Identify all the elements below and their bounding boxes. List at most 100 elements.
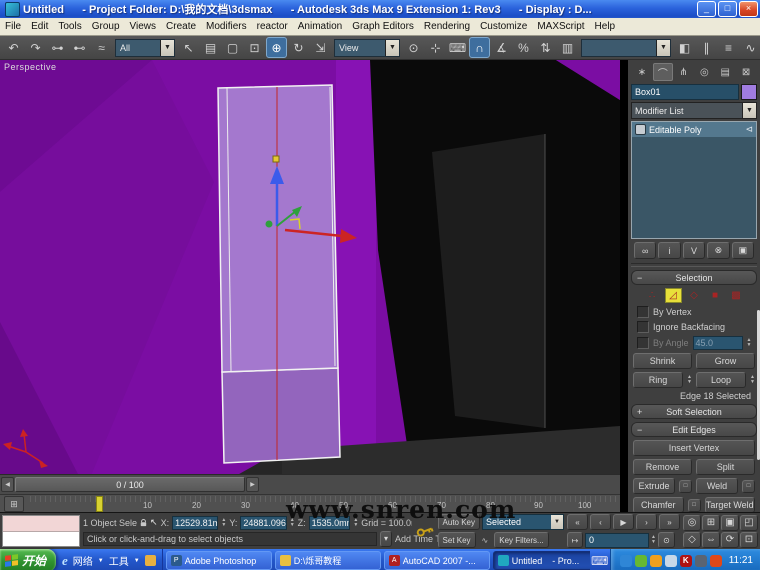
menu-item[interactable]: MAXScript [532,20,589,33]
chamfer-button[interactable]: Chamfer [633,497,684,512]
ring-spinner[interactable]: ▲ ▼ [687,375,692,385]
internet-explorer-icon[interactable]: e [62,553,68,569]
tab-create[interactable]: ∗ [632,63,652,81]
time-forward-arrow[interactable]: ▶ [246,477,259,493]
curve-editor-icon[interactable]: ∿ [740,37,760,58]
viewport-label[interactable]: Perspective [4,62,57,72]
show-end-result-icon[interactable]: i [658,242,681,259]
polygon-subobject-icon[interactable]: ■ [707,288,724,303]
edit-edges-rollout-header[interactable]: − Edit Edges [631,422,757,437]
keyboard-shortcut-toggle-icon[interactable]: ⌨ [447,37,468,58]
chevron-down-icon[interactable]: ▼ [656,39,670,56]
menu-item[interactable]: Rendering [419,20,475,33]
mini-curve-editor-button[interactable]: ⊞ [4,496,24,513]
select-and-manipulate-icon[interactable]: ⊹ [425,37,446,58]
zoom-extents-icon[interactable]: ▣ [721,514,739,531]
remove-button[interactable]: Remove [633,459,692,475]
select-by-name-icon[interactable]: ▤ [200,37,221,58]
key-filters-button[interactable]: Key Filters... [494,532,549,548]
selection-lock-icon[interactable] [140,518,147,528]
percent-snap-icon[interactable]: % [513,37,534,58]
tray-qq-icon[interactable] [649,554,662,567]
angle-snap-icon[interactable]: ∡ [491,37,512,58]
perspective-viewport[interactable]: Perspective [0,60,620,475]
select-and-move-icon[interactable]: ⊕ [266,37,287,58]
tray-blue-icon[interactable] [619,554,632,567]
task-folder[interactable]: D:\烁哥教程 [274,551,381,570]
viewport-canvas[interactable] [0,60,620,475]
shrink-button[interactable]: Shrink [633,353,692,369]
loop-button[interactable]: Loop [696,372,747,388]
maximize-viewport-icon[interactable]: ⊡ [740,531,758,548]
prompt-history-button[interactable]: ▾ [380,530,393,547]
key-mode-toggle[interactable]: ↦ [567,532,583,548]
menu-item[interactable]: Views [125,20,162,33]
chevron-down-icon[interactable]: ▼ [98,558,104,564]
start-button[interactable]: 开始 [0,549,57,570]
select-and-link-icon[interactable]: ⊶ [47,37,68,58]
target-weld-button[interactable]: Target Weld [704,497,755,512]
insert-vertex-button[interactable]: Insert Vertex [633,440,755,456]
select-object-icon[interactable]: ↖ [178,37,199,58]
maxscript-mini-listener[interactable] [2,515,80,547]
border-subobject-icon[interactable]: ◇ [686,288,703,303]
by-angle-value-field[interactable]: 45.0 [692,336,743,350]
current-frame-marker[interactable] [96,496,103,513]
go-to-start-button[interactable]: « [567,514,588,530]
go-to-end-button[interactable]: » [659,514,680,530]
task-photoshop[interactable]: P Adobe Photoshop [165,551,272,570]
weld-settings-button[interactable]: □ [742,479,755,493]
menu-item[interactable]: Tools [53,20,86,33]
spinner-snap-icon[interactable]: ⇅ [535,37,556,58]
time-configuration-button[interactable]: ⊙ [657,532,675,548]
rectangular-region-icon[interactable]: ▢ [222,37,243,58]
menu-item[interactable]: Animation [293,20,347,33]
grow-button[interactable]: Grow [696,353,755,369]
weld-button[interactable]: Weld [696,478,738,494]
tray-green-icon[interactable] [634,554,647,567]
tray-gray-icon[interactable] [694,554,707,567]
tab-utilities[interactable]: ⊠ [736,63,756,81]
next-frame-button[interactable]: › [636,514,657,530]
chevron-down-icon[interactable]: ▼ [134,558,140,564]
menu-item[interactable]: Modifiers [201,20,252,33]
vertex-subobject-icon[interactable]: ∴ [644,288,661,303]
tray-flash-icon[interactable] [709,554,722,567]
zoom-extents-all-icon[interactable]: ◰ [740,514,758,531]
by-vertex-checkbox[interactable] [637,306,649,318]
zoom-icon[interactable]: ◎ [683,514,701,531]
undo-icon[interactable]: ↶ [3,37,24,58]
listener-script-row[interactable] [3,531,79,546]
named-selection-dropdown[interactable]: ▼ [581,38,671,57]
menu-item[interactable]: File [0,20,26,33]
edge-subobject-icon[interactable]: ◿ [664,288,682,303]
loop-spinner[interactable]: ▲ ▼ [750,375,755,385]
time-back-arrow[interactable]: ◀ [1,477,14,493]
maximize-button[interactable]: □ [718,1,737,17]
quick-launch-tools[interactable]: 工具 [109,553,129,568]
by-angle-checkbox[interactable] [637,337,649,349]
modifier-list-dropdown[interactable]: Modifier List ▼ [631,102,757,119]
menu-item[interactable]: Edit [26,20,53,33]
align-icon[interactable]: ∥ [696,37,717,58]
use-pivot-center-icon[interactable]: ⊙ [403,37,424,58]
snaps-toggle-icon[interactable]: ∩ [469,37,490,58]
ignore-backfacing-checkbox[interactable] [637,321,649,333]
set-key-curve-icon[interactable]: ∿ [478,533,493,547]
field-of-view-icon[interactable]: ◇ [683,531,701,548]
chevron-down-icon[interactable]: ▼ [160,39,174,56]
spinner-arrows[interactable]: ▲ ▼ [747,338,752,348]
previous-frame-button[interactable]: ‹ [590,514,611,530]
tray-app-icon[interactable] [664,554,677,567]
menu-item[interactable]: Group [87,20,125,33]
named-selection-sets-icon[interactable]: ▥ [557,37,578,58]
tab-modify[interactable]: ⌒ [652,63,673,81]
select-and-rotate-icon[interactable]: ↻ [288,37,309,58]
menu-item[interactable]: Graph Editors [347,20,419,33]
stack-entry-editable-poly[interactable]: Editable Poly ⊲ [632,122,756,137]
menu-item[interactable]: Help [590,20,621,33]
extrude-button[interactable]: Extrude [633,478,675,494]
configure-modifier-sets-icon[interactable]: ▣ [731,242,755,259]
window-crossing-icon[interactable]: ⊡ [244,37,265,58]
object-color-swatch[interactable] [741,84,757,100]
